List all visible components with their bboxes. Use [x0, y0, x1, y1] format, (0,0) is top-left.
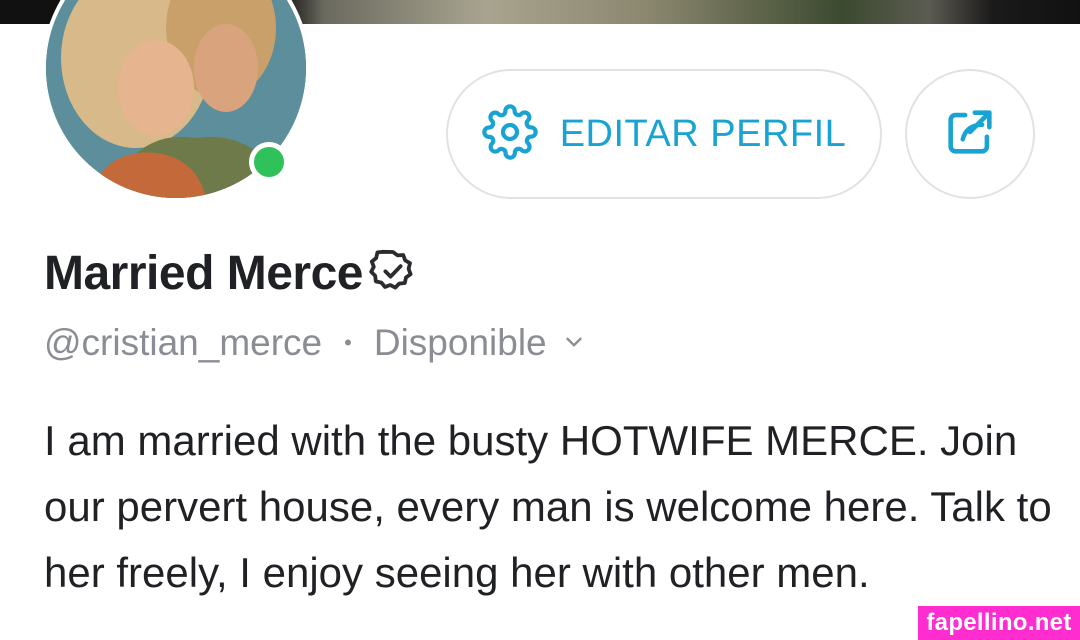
availability-dropdown[interactable]: Disponible — [374, 322, 587, 364]
display-name: Married Merce — [44, 247, 363, 300]
handle-row: @cristian_merce • Disponible — [44, 322, 587, 364]
profile-name-row: Married Merce — [44, 246, 417, 301]
username-handle: @cristian_merce — [44, 322, 323, 363]
gear-icon — [481, 103, 538, 165]
chevron-down-icon — [561, 322, 587, 364]
separator-dot: • — [344, 330, 352, 355]
online-status-dot — [249, 142, 289, 182]
share-button[interactable] — [905, 69, 1035, 199]
watermark: fapellino.net — [918, 606, 1080, 640]
availability-status: Disponible — [373, 322, 547, 363]
edit-profile-label: EDITAR PERFIL — [559, 112, 847, 155]
profile-bio: I am married with the busty HOTWIFE MERC… — [44, 417, 1052, 596]
edit-profile-button[interactable]: EDITAR PERFIL — [446, 69, 882, 199]
share-icon — [941, 103, 999, 166]
verified-badge-icon — [369, 247, 417, 300]
